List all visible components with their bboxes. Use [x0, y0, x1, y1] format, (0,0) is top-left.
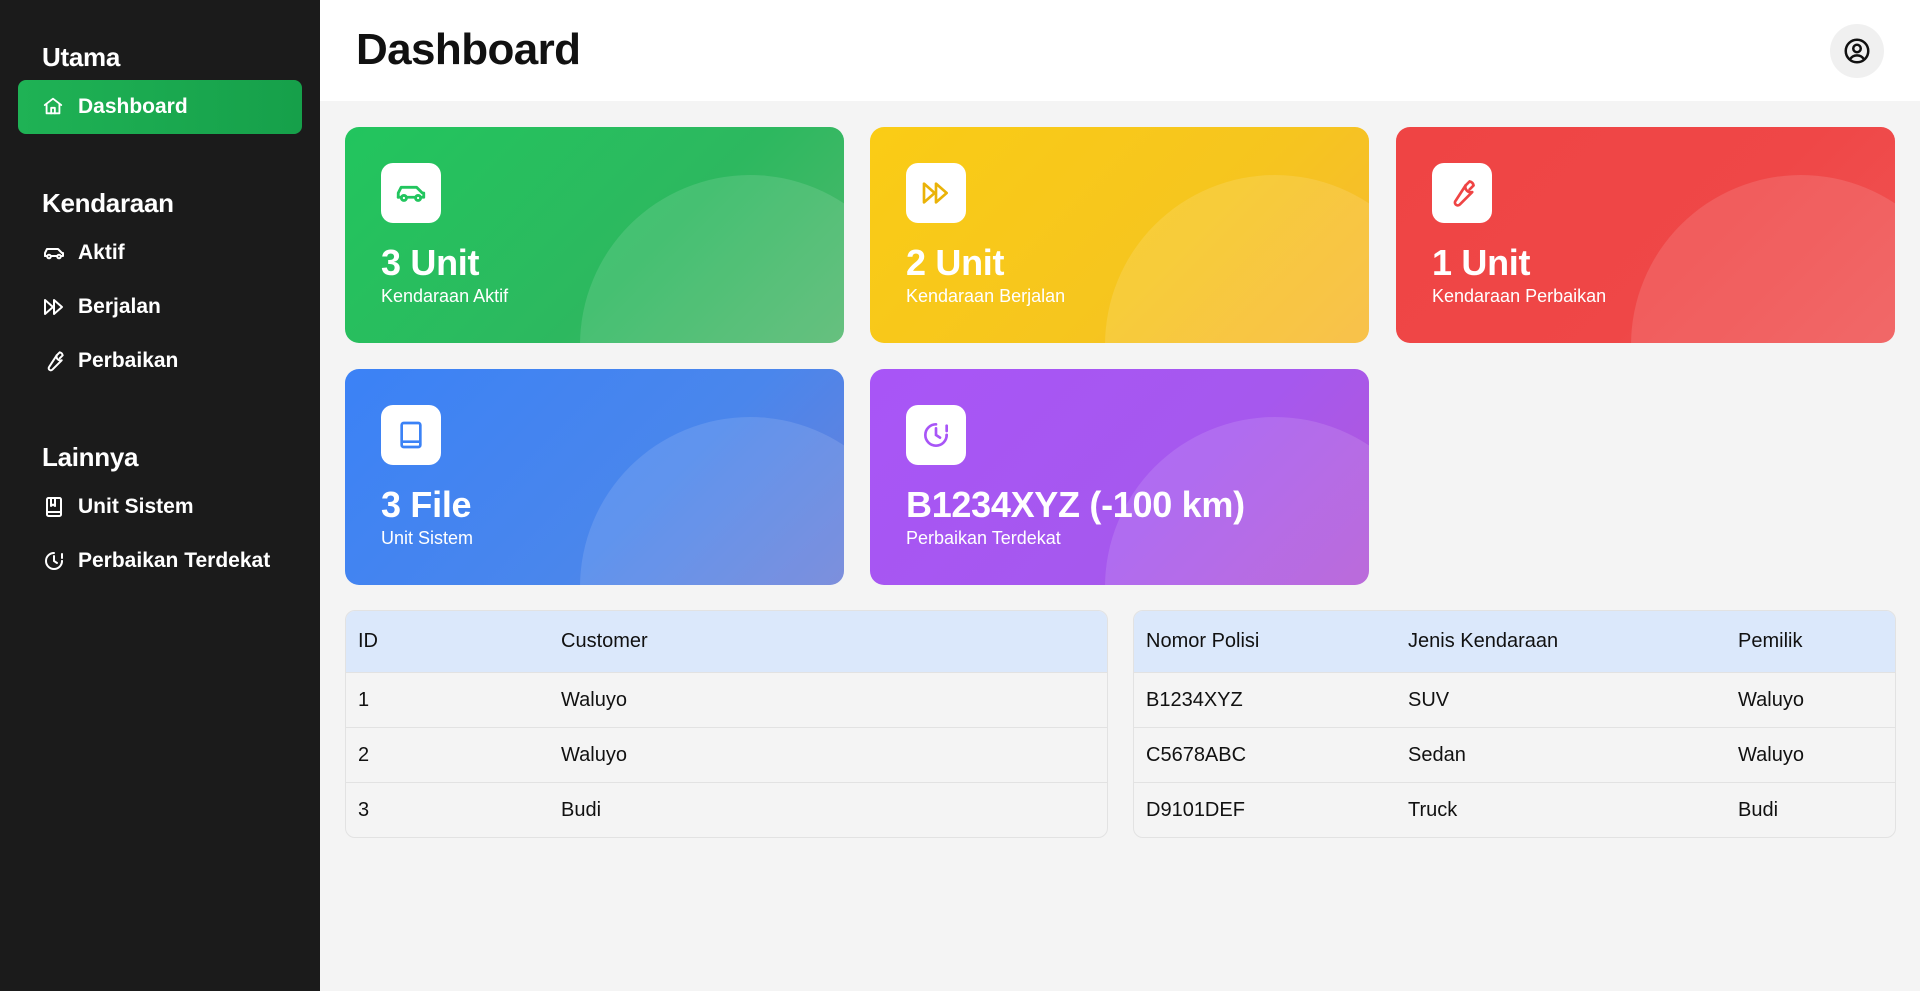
table-cell: Sedan [1408, 743, 1466, 766]
table-cell: Truck [1408, 798, 1458, 821]
sidebar-item-label: Berjalan [78, 295, 161, 318]
stat-value: 1 Unit [1432, 242, 1531, 283]
table-row[interactable]: B1234XYZ SUV Waluyo [1134, 672, 1895, 727]
sidebar-item-perbaikan[interactable]: Perbaikan [18, 334, 302, 388]
stat-value: 2 Unit [906, 242, 1005, 283]
card-decoration [580, 175, 844, 343]
table-cell: Budi [561, 798, 602, 821]
column-header: Jenis Kendaraan [1408, 630, 1559, 652]
table-header: ID Customer [346, 611, 1107, 672]
table-cell: 2 [358, 743, 370, 766]
table-cell: C5678ABC [1146, 743, 1247, 766]
table-cell: 1 [358, 688, 370, 711]
stat-value: 3 Unit [381, 242, 480, 283]
stat-card-kendaraan-aktif[interactable]: 3 Unit Kendaraan Aktif [345, 127, 844, 343]
sidebar-item-perbaikan-terdekat[interactable]: Perbaikan Terdekat [18, 534, 302, 588]
card-icon-box [1432, 163, 1492, 223]
table-row[interactable]: 1 Waluyo [346, 672, 1107, 727]
table-cell: 3 [358, 798, 370, 821]
wrench-icon [42, 349, 66, 373]
stat-card-perbaikan-terdekat[interactable]: B1234XYZ (-100 km) Perbaikan Terdekat [870, 369, 1369, 585]
column-header: Customer [561, 630, 648, 652]
home-icon [42, 95, 66, 119]
card-icon-box [381, 405, 441, 465]
table-cell: SUV [1408, 688, 1450, 711]
card-decoration [1631, 175, 1895, 343]
stat-label: Unit Sistem [381, 528, 474, 548]
profile-button[interactable] [1830, 24, 1884, 78]
clock-alert-icon [920, 419, 952, 451]
sidebar-item-unit-sistem[interactable]: Unit Sistem [18, 480, 302, 534]
sidebar-item-dashboard[interactable]: Dashboard [18, 80, 302, 134]
table-row[interactable]: D9101DEF Truck Budi [1134, 782, 1895, 837]
table-row[interactable]: 2 Waluyo [346, 727, 1107, 782]
book-icon [42, 495, 66, 519]
stat-card-kendaraan-berjalan[interactable]: 2 Unit Kendaraan Berjalan [870, 127, 1369, 343]
page-title: Dashboard [356, 25, 581, 74]
table-row[interactable]: C5678ABC Sedan Waluyo [1134, 727, 1895, 782]
stat-value: 3 File [381, 484, 472, 525]
card-icon-box [906, 163, 966, 223]
header: Dashboard [320, 0, 1920, 101]
book-icon [395, 419, 427, 451]
column-header: Pemilik [1738, 630, 1803, 652]
wrench-icon [1446, 177, 1478, 209]
sidebar-item-berjalan[interactable]: Berjalan [18, 280, 302, 334]
card-icon-box [906, 405, 966, 465]
fast-forward-icon [42, 295, 66, 319]
table-cell: Waluyo [1738, 688, 1804, 711]
car-icon [42, 241, 66, 265]
column-header: Nomor Polisi [1146, 630, 1260, 652]
card-decoration [1105, 175, 1369, 343]
stat-label: Kendaraan Berjalan [906, 286, 1066, 306]
section-title-lainnya: Lainnya [42, 442, 139, 472]
clock-alert-icon [42, 549, 66, 573]
stat-value: B1234XYZ (-100 km) [906, 484, 1245, 525]
table-cell: Budi [1738, 798, 1779, 821]
sidebar: Utama Dashboard Kendaraan Aktif Berjalan… [0, 0, 320, 991]
customers-table: ID Customer 1 Waluyo 2 Waluyo 3 Budi [345, 610, 1108, 838]
car-icon [394, 176, 428, 210]
sidebar-item-label: Aktif [78, 241, 125, 264]
stat-label: Kendaraan Perbaikan [1432, 286, 1607, 306]
sidebar-item-label: Perbaikan [78, 349, 179, 372]
column-header: ID [358, 630, 378, 652]
stat-card-kendaraan-perbaikan[interactable]: 1 Unit Kendaraan Perbaikan [1396, 127, 1895, 343]
section-title-kendaraan: Kendaraan [42, 188, 174, 218]
section-title-utama: Utama [42, 42, 120, 72]
user-circle-icon [1842, 36, 1872, 66]
table-cell: B1234XYZ [1146, 688, 1243, 711]
fast-forward-icon [920, 177, 952, 209]
table-cell: Waluyo [561, 688, 627, 711]
card-icon-box [381, 163, 441, 223]
table-header: Nomor Polisi Jenis Kendaraan Pemilik [1134, 611, 1895, 672]
table-cell: D9101DEF [1146, 798, 1245, 821]
stat-card-unit-sistem[interactable]: 3 File Unit Sistem [345, 369, 844, 585]
table-row[interactable]: 3 Budi [346, 782, 1107, 837]
table-cell: Waluyo [561, 743, 627, 766]
sidebar-item-label: Unit Sistem [78, 495, 194, 518]
sidebar-item-aktif[interactable]: Aktif [18, 226, 302, 280]
card-decoration [580, 417, 844, 585]
sidebar-item-label: Dashboard [78, 95, 188, 118]
vehicles-table: Nomor Polisi Jenis Kendaraan Pemilik B12… [1133, 610, 1896, 838]
stat-label: Kendaraan Aktif [381, 286, 509, 306]
sidebar-item-label: Perbaikan Terdekat [78, 549, 271, 572]
stat-label: Perbaikan Terdekat [906, 528, 1061, 548]
table-cell: Waluyo [1738, 743, 1804, 766]
